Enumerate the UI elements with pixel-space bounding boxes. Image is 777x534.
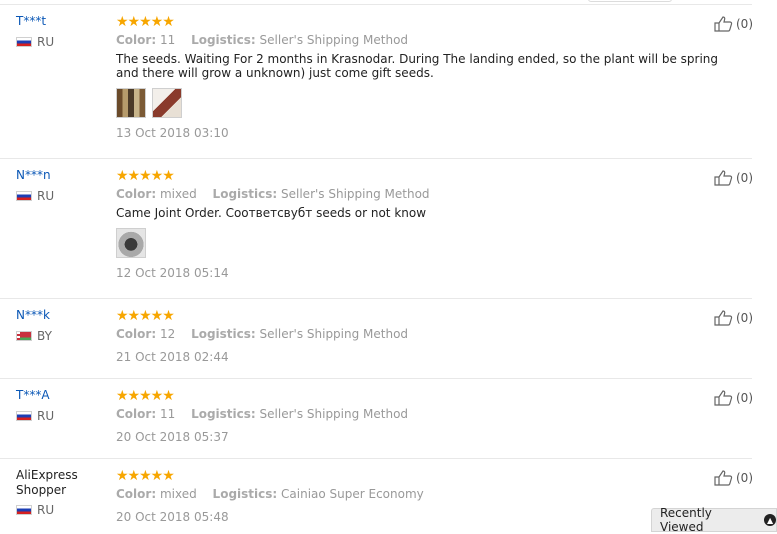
- helpful-count: (0): [736, 471, 753, 485]
- helpful-count: (0): [736, 171, 753, 185]
- logistics-value: Seller's Shipping Method: [259, 407, 409, 421]
- belarus-flag-icon: [16, 331, 32, 341]
- review-item: N***n RU ★★★★★ Color: mixed Logistics: S…: [0, 168, 753, 299]
- review-text: The seeds. Waiting For 2 months in Krasn…: [116, 52, 719, 80]
- recently-viewed-label: Recently Viewed: [660, 506, 712, 534]
- russia-flag-icon: [16, 505, 32, 515]
- review-meta: Color: 11 Logistics: Seller's Shipping M…: [116, 406, 736, 422]
- logistics-value: Seller's Shipping Method: [259, 327, 409, 341]
- review-photo-thumbnail[interactable]: [152, 88, 182, 118]
- logistics-value: Seller's Shipping Method: [281, 187, 430, 201]
- color-value: 11: [159, 33, 176, 47]
- thumbs-up-icon: [714, 16, 733, 32]
- color-value: mixed: [159, 187, 197, 201]
- review-photos: [116, 88, 736, 118]
- logistics-value: Seller's Shipping Method: [259, 33, 409, 47]
- review-item: T***t RU ★★★★★ Color: 11 Logistics: Sell…: [0, 14, 753, 159]
- reviewer-name[interactable]: T***t: [16, 14, 108, 29]
- color-value: 11: [159, 407, 176, 421]
- reviewer-country: RU: [16, 409, 108, 423]
- review-item: T***A RU ★★★★★ Color: 11 Logistics: Sell…: [0, 388, 753, 459]
- star-rating: ★★★★★: [116, 308, 175, 324]
- helpful-button[interactable]: (0): [714, 470, 753, 486]
- color-label: Color:: [116, 487, 157, 501]
- review-body: ★★★★★ Color: 12 Logistics: Seller's Ship…: [116, 308, 736, 364]
- recently-viewed-button[interactable]: Recently Viewed ▲: [651, 506, 777, 534]
- thumbs-up-icon: [714, 310, 733, 326]
- thumbs-up-icon: [714, 170, 733, 186]
- review-text: Came Joint Order. Соответсвубт seeds or …: [116, 206, 427, 220]
- russia-flag-icon: [16, 411, 32, 421]
- review-body: ★★★★★ Color: mixed Logistics: Seller's S…: [116, 168, 736, 280]
- reviewer-country: RU: [16, 503, 108, 517]
- review-meta: Color: mixed Logistics: Cainiao Super Ec…: [116, 486, 736, 502]
- reviewer-name[interactable]: N***k: [16, 308, 108, 323]
- reviewer-info: N***k BY: [16, 308, 108, 343]
- logistics-label: Logistics:: [191, 407, 256, 421]
- color-label: Color:: [116, 327, 157, 341]
- country-code: RU: [37, 35, 55, 49]
- russia-flag-icon: [16, 37, 32, 47]
- reviewer-country: BY: [16, 329, 108, 343]
- country-code: RU: [37, 189, 55, 203]
- thumbs-up-icon: [714, 390, 733, 406]
- review-date: 13 Oct 2018 03:10: [116, 126, 229, 140]
- color-label: Color:: [116, 33, 157, 47]
- review-photos: [116, 228, 736, 258]
- logistics-value: Cainiao Super Economy: [281, 487, 424, 501]
- color-value: mixed: [159, 487, 197, 501]
- review-item: N***k BY ★★★★★ Color: 12 Logistics: Sell…: [0, 308, 753, 379]
- chevron-up-icon: ▲: [764, 514, 776, 526]
- review-photo-thumbnail[interactable]: [116, 88, 146, 118]
- review-meta: Color: 12 Logistics: Seller's Shipping M…: [116, 326, 736, 342]
- reviewer-info: T***A RU: [16, 388, 108, 423]
- star-rating: ★★★★★: [116, 468, 175, 484]
- helpful-count: (0): [736, 17, 753, 31]
- logistics-label: Logistics:: [212, 487, 278, 501]
- pagination-edge: [588, 0, 672, 2]
- review-body: ★★★★★ Color: 11 Logistics: Seller's Ship…: [116, 14, 736, 140]
- review-date: 20 Oct 2018 05:48: [116, 510, 229, 524]
- color-value: 12: [159, 327, 176, 341]
- review-body: ★★★★★ Color: 11 Logistics: Seller's Ship…: [116, 388, 736, 444]
- reviewer-info: AliExpress Shopper RU: [16, 468, 108, 517]
- review-photo-thumbnail[interactable]: [116, 228, 146, 258]
- helpful-button[interactable]: (0): [714, 170, 753, 186]
- logistics-label: Logistics:: [191, 33, 256, 47]
- thumbs-up-icon: [714, 470, 733, 486]
- star-rating: ★★★★★: [116, 14, 175, 30]
- reviewer-name-line: AliExpress: [16, 468, 78, 482]
- color-label: Color:: [116, 187, 157, 201]
- country-code: RU: [37, 503, 55, 517]
- reviewer-name[interactable]: T***A: [16, 388, 108, 403]
- star-rating: ★★★★★: [116, 168, 175, 184]
- reviewer-info: T***t RU: [16, 14, 108, 49]
- logistics-label: Logistics:: [212, 187, 278, 201]
- helpful-count: (0): [736, 391, 753, 405]
- reviewer-info: N***n RU: [16, 168, 108, 203]
- review-body: ★★★★★ Color: mixed Logistics: Cainiao Su…: [116, 468, 736, 524]
- review-meta: Color: 11 Logistics: Seller's Shipping M…: [116, 32, 736, 48]
- divider: [0, 4, 752, 5]
- country-code: BY: [37, 329, 52, 343]
- helpful-button[interactable]: (0): [714, 310, 753, 326]
- reviewer-name: AliExpress Shopper: [16, 468, 108, 498]
- review-meta: Color: mixed Logistics: Seller's Shippin…: [116, 186, 736, 202]
- reviewer-name-line: Shopper: [16, 483, 67, 497]
- helpful-count: (0): [736, 311, 753, 325]
- reviewer-name[interactable]: N***n: [16, 168, 108, 183]
- helpful-button[interactable]: (0): [714, 390, 753, 406]
- helpful-button[interactable]: (0): [714, 16, 753, 32]
- reviewer-country: RU: [16, 35, 108, 49]
- review-item: AliExpress Shopper RU ★★★★★ Color: mixed…: [0, 468, 753, 532]
- review-date: 21 Oct 2018 02:44: [116, 350, 229, 364]
- russia-flag-icon: [16, 191, 32, 201]
- country-code: RU: [37, 409, 55, 423]
- star-rating: ★★★★★: [116, 388, 175, 404]
- logistics-label: Logistics:: [191, 327, 256, 341]
- reviewer-country: RU: [16, 189, 108, 203]
- color-label: Color:: [116, 407, 157, 421]
- review-date: 20 Oct 2018 05:37: [116, 430, 229, 444]
- review-date: 12 Oct 2018 05:14: [116, 266, 229, 280]
